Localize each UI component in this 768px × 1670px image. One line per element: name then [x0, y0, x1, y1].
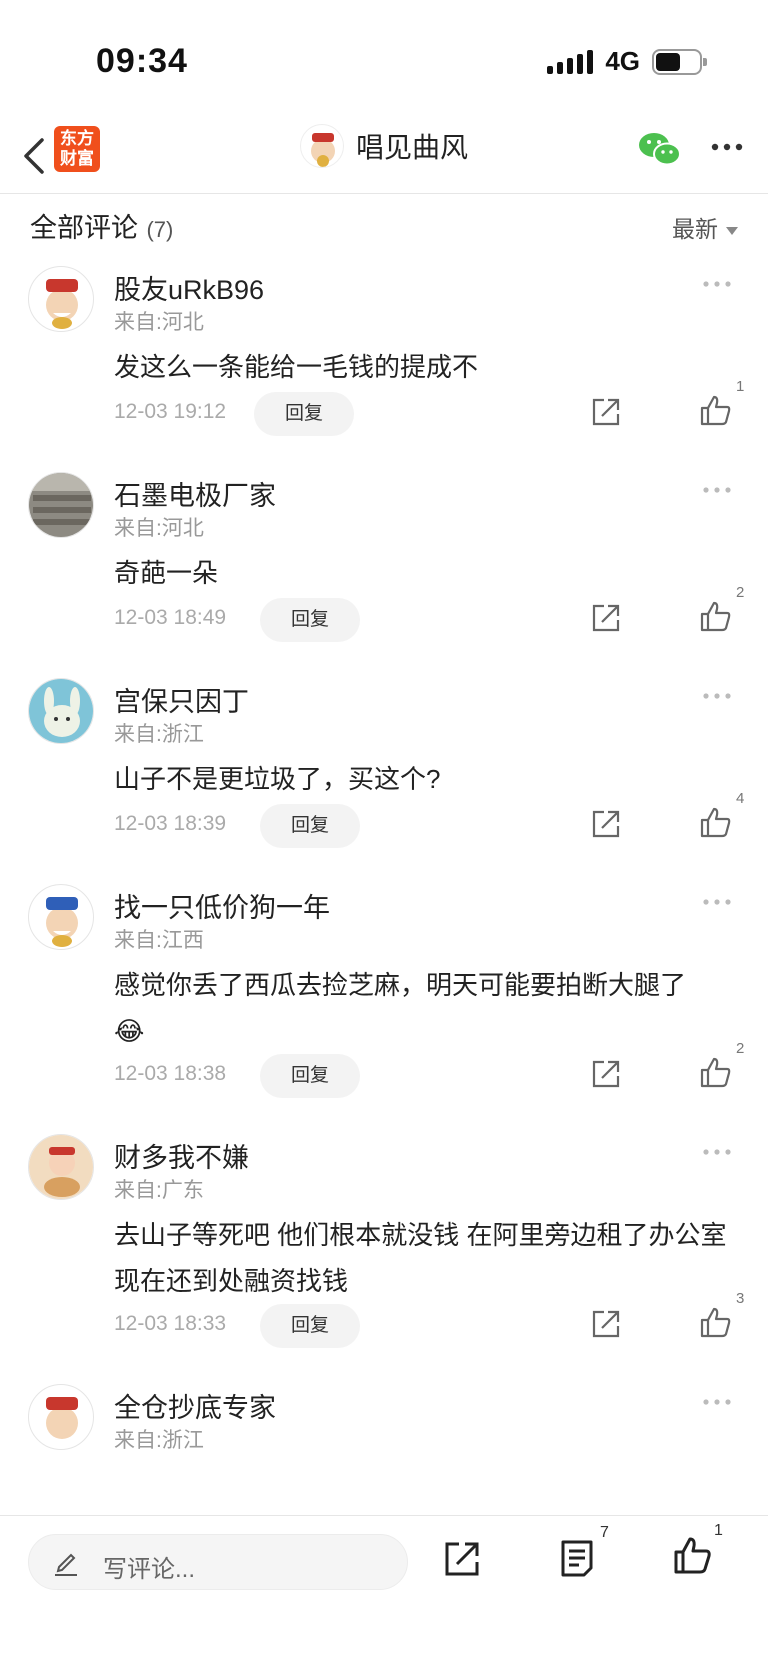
- photo-icon: [29, 473, 93, 537]
- thumbs-up-icon: [700, 1057, 731, 1088]
- like-button[interactable]: 2: [698, 584, 748, 642]
- comments-title: 全部评论: [30, 213, 138, 243]
- reply-button[interactable]: 回复: [260, 1054, 360, 1098]
- comment-date: 12-03 18:49: [114, 606, 227, 629]
- thumbs-up-icon: [674, 1537, 711, 1574]
- comment-text: 奇葩一朵: [114, 558, 219, 588]
- mascot-icon: [46, 279, 78, 329]
- fortune-avatar-icon: [29, 1135, 93, 1199]
- share-icon[interactable]: [443, 1540, 481, 1578]
- network-label: 4G: [605, 46, 640, 76]
- like-count: 2: [736, 1040, 745, 1057]
- more-icon[interactable]: [702, 898, 732, 906]
- more-icon[interactable]: [702, 692, 732, 700]
- caret-down-icon: [726, 226, 738, 235]
- battery-icon: [652, 48, 707, 75]
- comment-text: 感觉你丢了西瓜去捡芝麻，明天可能要拍断大腿了 😂: [114, 962, 744, 1055]
- status-time: 09:34: [96, 42, 188, 80]
- location: 来自:江西: [114, 929, 204, 952]
- like-button[interactable]: 4: [698, 790, 748, 848]
- signal-icon: [547, 49, 594, 74]
- comments-count: (7): [146, 217, 174, 242]
- like-button[interactable]: 1: [672, 1522, 723, 1581]
- thumbs-up-icon: [700, 1307, 731, 1338]
- comment-date: 12-03 18:33: [114, 1312, 227, 1335]
- username[interactable]: 宫保只因丁: [114, 680, 249, 719]
- rabbit-avatar-icon: [29, 679, 93, 743]
- like-count: 4: [736, 790, 745, 807]
- comments-header: 全部评论 (7) 最新: [30, 206, 738, 246]
- share-icon[interactable]: [590, 602, 622, 634]
- share-icon[interactable]: [590, 808, 622, 840]
- avatar[interactable]: [28, 1134, 94, 1200]
- share-icon[interactable]: [590, 396, 622, 428]
- like-button[interactable]: 2: [698, 1040, 748, 1098]
- reply-button[interactable]: 回复: [260, 1304, 360, 1348]
- avatar[interactable]: [28, 884, 94, 950]
- more-icon[interactable]: [702, 1148, 732, 1156]
- like-count: 1: [736, 378, 745, 395]
- bar-avatar[interactable]: [300, 124, 344, 168]
- bottom-bar: 写评论... 7 1: [0, 1515, 768, 1670]
- comment-text: 去山子等死吧 他们根本就没钱 在阿里旁边租了办公室现在还到处融资找钱: [114, 1220, 727, 1296]
- like-button[interactable]: 1: [698, 378, 748, 436]
- more-icon[interactable]: [702, 1398, 732, 1406]
- avatar[interactable]: [28, 472, 94, 538]
- status-bar: 09:34 4G: [0, 0, 768, 120]
- avatar[interactable]: [28, 266, 94, 332]
- comment-input[interactable]: 写评论...: [28, 1534, 408, 1590]
- reply-button[interactable]: 回复: [254, 392, 354, 436]
- bar-title: 唱见曲风: [356, 132, 469, 163]
- like-count: 3: [736, 1290, 745, 1307]
- avatar[interactable]: [28, 1384, 94, 1450]
- location: 来自:河北: [114, 517, 204, 540]
- app-logo[interactable]: 东方财富: [54, 126, 100, 172]
- thumbs-up-icon: [700, 395, 731, 426]
- comment-text: 山子不是更垃圾了，买这个?: [114, 764, 441, 794]
- mascot-icon: [46, 897, 78, 947]
- location: 来自:河北: [114, 311, 204, 334]
- thumbs-up-icon: [700, 807, 731, 838]
- back-icon[interactable]: [18, 134, 52, 178]
- share-icon[interactable]: [590, 1058, 622, 1090]
- comment-input-placeholder: 写评论...: [103, 1556, 196, 1583]
- comment-text-body: 感觉你丢了西瓜去捡芝麻，明天可能要拍断大腿了: [114, 970, 687, 1000]
- pencil-icon: [55, 1553, 77, 1576]
- reply-button[interactable]: 回复: [260, 598, 360, 642]
- nav-bar: 东方财富 唱见曲风: [0, 120, 768, 194]
- wechat-icon[interactable]: [638, 130, 682, 170]
- comment-text: 发这么一条能给一毛钱的提成不: [114, 352, 479, 382]
- comment-date: 12-03 18:38: [114, 1062, 227, 1085]
- more-options-icon[interactable]: [710, 142, 744, 152]
- more-icon[interactable]: [702, 486, 732, 494]
- mascot-icon: [46, 1397, 78, 1439]
- sort-dropdown[interactable]: 最新: [672, 210, 738, 244]
- username[interactable]: 财多我不嫌: [114, 1136, 249, 1175]
- username[interactable]: 石墨电极厂家: [114, 474, 276, 513]
- thumbs-up-icon: [700, 601, 731, 632]
- laughing-emoji: 😂: [114, 1017, 145, 1047]
- like-count: 2: [736, 584, 745, 601]
- like-button[interactable]: 3: [698, 1290, 748, 1348]
- mascot-icon: [311, 133, 335, 167]
- location: 来自:浙江: [114, 1429, 204, 1452]
- app-logo-text: 东方财富: [60, 129, 94, 168]
- comment-date: 12-03 19:12: [114, 400, 227, 423]
- share-icon[interactable]: [590, 1308, 622, 1340]
- reply-button[interactable]: 回复: [260, 804, 360, 848]
- like-count-badge: 1: [714, 1522, 723, 1539]
- comment-date: 12-03 18:39: [114, 812, 227, 835]
- username[interactable]: 全仓抄底专家: [114, 1386, 276, 1425]
- avatar[interactable]: [28, 678, 94, 744]
- more-icon[interactable]: [702, 280, 732, 288]
- comment-list-icon: [561, 1540, 593, 1577]
- location: 来自:浙江: [114, 723, 204, 746]
- username[interactable]: 找一只低价狗一年: [114, 886, 330, 925]
- comments-button[interactable]: 7: [558, 1524, 609, 1583]
- comment-count-badge: 7: [600, 1524, 609, 1541]
- sort-label: 最新: [672, 216, 718, 242]
- location: 来自:广东: [114, 1179, 204, 1202]
- username[interactable]: 股友uRkB96: [114, 268, 264, 307]
